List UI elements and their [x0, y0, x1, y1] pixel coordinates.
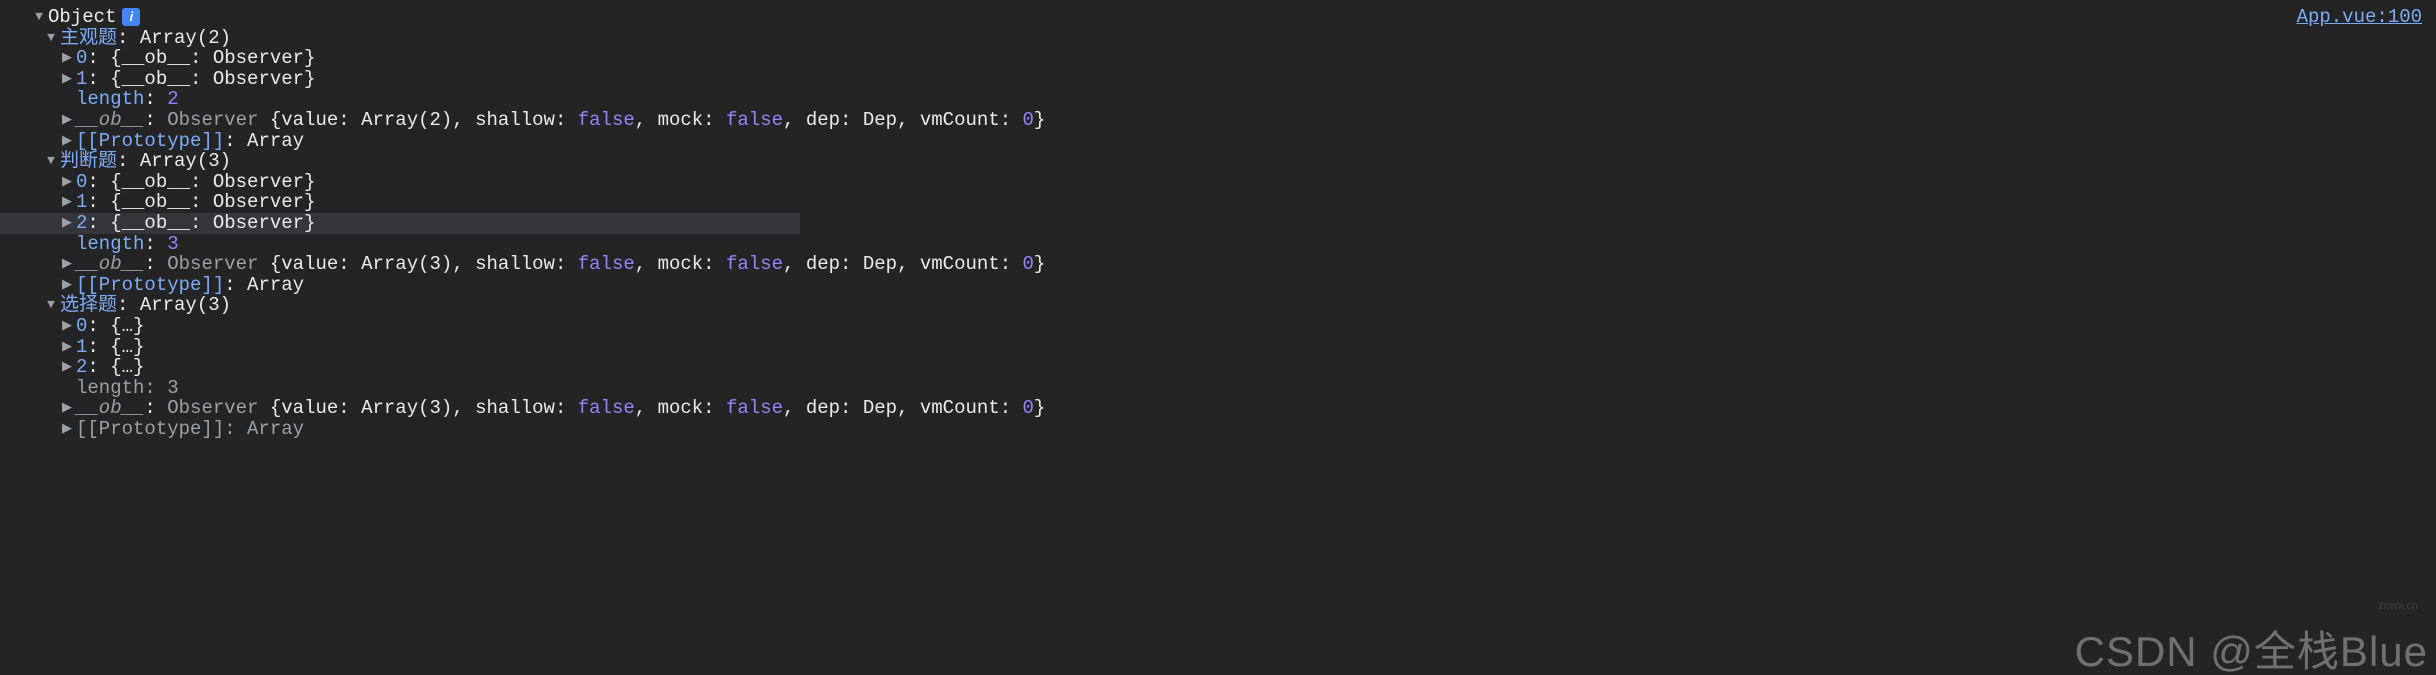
chevron-right-icon[interactable]	[60, 316, 74, 337]
chevron-down-icon[interactable]	[44, 28, 58, 49]
tree-row[interactable]: 主观题: Array(2)	[0, 28, 2436, 49]
chevron-down-icon[interactable]	[44, 295, 58, 316]
tree-row[interactable]: 2: {…}	[0, 357, 2436, 378]
tree-row[interactable]: length: 3	[0, 234, 2436, 255]
tree-row[interactable]: 0: {…}	[0, 316, 2436, 337]
chevron-right-icon[interactable]	[60, 357, 74, 378]
tree-row[interactable]: __ob__: Observer {value: Array(3), shall…	[0, 254, 2436, 275]
tree-row[interactable]: 选择题: Array(3)	[0, 295, 2436, 316]
chevron-right-icon[interactable]	[60, 110, 74, 131]
source-link[interactable]: App.vue:100	[2297, 7, 2422, 28]
tree-row[interactable]: length: 3	[0, 378, 2436, 399]
tree-row[interactable]: [[Prototype]]: Array	[0, 131, 2436, 152]
tree-row[interactable]: [[Prototype]]: Array	[0, 275, 2436, 296]
tree-row[interactable]: 0: {__ob__: Observer}	[0, 172, 2436, 193]
chevron-right-icon[interactable]	[60, 398, 74, 419]
watermark-small: znwx.cn	[2378, 596, 2418, 617]
tree-row[interactable]: [[Prototype]]: Array	[0, 419, 2436, 440]
chevron-right-icon[interactable]	[60, 213, 74, 234]
tree-body: 主观题: Array(2)0: {__ob__: Observer}1: {__…	[0, 28, 2436, 440]
chevron-right-icon[interactable]	[60, 192, 74, 213]
tree-row[interactable]: length: 2	[0, 89, 2436, 110]
chevron-down-icon[interactable]	[32, 7, 46, 28]
console-output: Object i 主观题: Array(2)0: {__ob__: Observ…	[0, 0, 2436, 439]
chevron-right-icon[interactable]	[60, 131, 74, 152]
chevron-right-icon[interactable]	[60, 48, 74, 69]
tree-row[interactable]: __ob__: Observer {value: Array(2), shall…	[0, 110, 2436, 131]
tree-row[interactable]: 1: {__ob__: Observer}	[0, 69, 2436, 90]
watermark: CSDN @全栈Blue	[2075, 642, 2428, 663]
tree-row[interactable]: 2: {__ob__: Observer}	[0, 213, 800, 234]
tree-row[interactable]: 1: {__ob__: Observer}	[0, 192, 2436, 213]
tree-row[interactable]: 1: {…}	[0, 337, 2436, 358]
chevron-down-icon[interactable]	[44, 151, 58, 172]
chevron-right-icon[interactable]	[60, 69, 74, 90]
chevron-right-icon[interactable]	[60, 254, 74, 275]
chevron-right-icon[interactable]	[60, 172, 74, 193]
chevron-right-icon[interactable]	[60, 419, 74, 440]
tree-row[interactable]: 0: {__ob__: Observer}	[0, 48, 2436, 69]
chevron-right-icon[interactable]	[60, 337, 74, 358]
tree-row[interactable]: __ob__: Observer {value: Array(3), shall…	[0, 398, 2436, 419]
object-root-row[interactable]: Object i	[0, 7, 2436, 28]
chevron-right-icon[interactable]	[60, 275, 74, 296]
tree-row[interactable]: 判断题: Array(3)	[0, 151, 2436, 172]
root-label: Object	[48, 7, 116, 28]
info-icon[interactable]: i	[122, 8, 140, 26]
